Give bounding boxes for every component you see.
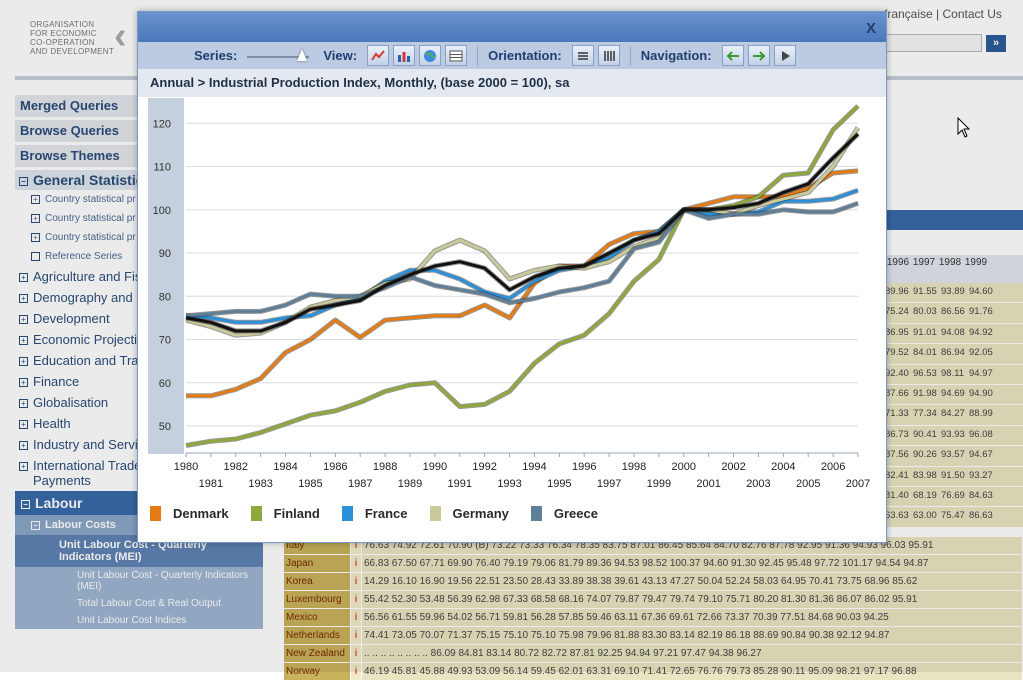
legend-label: Greece — [553, 506, 598, 521]
y-tick-label: 70 — [159, 335, 171, 347]
legend-swatch — [341, 506, 353, 521]
legend-swatch — [150, 506, 161, 521]
legend-label: Finland — [273, 506, 320, 521]
mouse-cursor-icon — [957, 117, 971, 138]
table-icon — [449, 50, 463, 61]
legend-item[interactable]: Finland — [250, 506, 320, 521]
map-view-button[interactable] — [419, 45, 442, 66]
legend-swatch — [250, 506, 262, 521]
y-axis-band — [148, 98, 184, 454]
x-tick-label: 1990 — [423, 461, 447, 473]
x-tick-label: 1986 — [323, 461, 347, 473]
series-slider[interactable] — [247, 48, 310, 63]
legend-swatch — [530, 506, 542, 521]
legend-label: Denmark — [173, 506, 229, 521]
vertical-orientation-button[interactable] — [597, 45, 620, 66]
arrow-right-icon — [752, 50, 765, 61]
view-label: View: — [323, 48, 358, 63]
chart-dialog: X Series: View: Orientation: Navigation: — [137, 11, 887, 543]
x-tick-label: 1988 — [373, 461, 397, 473]
table-view-button[interactable] — [445, 45, 468, 66]
previous-button[interactable] — [721, 45, 744, 66]
legend-swatch — [429, 506, 441, 521]
horizontal-orientation-button[interactable] — [571, 45, 594, 66]
bar-chart-icon — [398, 51, 411, 62]
x-tick-label: 1992 — [472, 461, 496, 473]
x-tick-label: 1987 — [348, 478, 372, 490]
chart-legend: Denmark Finland France Germany Greece — [150, 506, 620, 521]
x-tick-label: 2000 — [672, 461, 696, 473]
x-tick-label: 2005 — [796, 478, 820, 490]
slider-handle[interactable] — [297, 48, 308, 61]
legend-item[interactable]: France — [341, 506, 408, 521]
x-tick-label: 1994 — [522, 461, 546, 473]
y-tick-label: 80 — [159, 291, 171, 303]
legend-label: France — [364, 506, 408, 521]
legend-item[interactable]: Denmark — [150, 506, 229, 521]
x-tick-label: 1984 — [273, 461, 297, 473]
x-tick-label: 1980 — [174, 461, 198, 473]
x-tick-label: 1995 — [547, 478, 571, 490]
legend-item[interactable]: Greece — [530, 506, 598, 521]
x-tick-label: 1998 — [622, 461, 646, 473]
x-tick-label: 2002 — [721, 461, 745, 473]
x-tick-label: 1989 — [398, 478, 422, 490]
x-tick-label: 1991 — [448, 478, 472, 490]
globe-icon — [424, 49, 437, 62]
navigation-label: Navigation: — [640, 48, 712, 63]
x-tick-label: 1999 — [647, 478, 671, 490]
rows-icon — [577, 51, 588, 60]
x-tick-label: 1996 — [572, 461, 596, 473]
play-button[interactable] — [773, 45, 796, 66]
x-tick-label: 2004 — [771, 461, 795, 473]
next-button[interactable] — [747, 45, 770, 66]
columns-icon — [604, 50, 615, 61]
y-tick-label: 110 — [153, 162, 171, 174]
line-chart: 50 60 70 80 90 100 110 120 1980 1981 1982 1983 1984 1… — [148, 98, 876, 528]
dataset-path-title: Annual > Industrial Production Index, Mo… — [138, 69, 886, 97]
y-tick-label: 90 — [159, 248, 171, 260]
line-chart-icon — [371, 49, 385, 61]
series-label: Series: — [194, 48, 238, 63]
y-tick-label: 50 — [159, 421, 171, 433]
y-tick-label: 100 — [153, 205, 171, 217]
play-icon — [781, 50, 790, 61]
x-tick-label: 2007 — [846, 478, 870, 490]
y-tick-label: 120 — [153, 118, 171, 130]
orientation-label: Orientation: — [488, 48, 562, 63]
x-tick-label: 2006 — [821, 461, 845, 473]
x-tick-label: 2003 — [746, 478, 770, 490]
x-tick-label: 1983 — [248, 478, 272, 490]
close-button[interactable]: X — [866, 20, 876, 37]
y-tick-label: 60 — [159, 378, 171, 390]
x-tick-label: 1997 — [597, 478, 621, 490]
dialog-titlebar[interactable]: X — [138, 12, 886, 42]
toolbar-separator — [629, 45, 631, 66]
toolbar-separator — [477, 45, 479, 66]
legend-item[interactable]: Germany — [429, 506, 509, 521]
bar-chart-button[interactable] — [393, 45, 416, 66]
arrow-left-icon — [726, 50, 739, 61]
line-chart-button[interactable] — [367, 45, 390, 66]
x-tick-label: 1993 — [497, 478, 521, 490]
x-tick-label: 1981 — [199, 478, 223, 490]
legend-label: Germany — [452, 506, 509, 521]
x-tick-label: 1982 — [224, 461, 248, 473]
chart-toolbar: Series: View: Orientation: Navigation: — [138, 42, 886, 69]
line-chart-svg: 5060708090100110120198019811982198319841… — [148, 98, 870, 490]
x-tick-label: 2001 — [696, 478, 720, 490]
x-tick-label: 1985 — [298, 478, 322, 490]
